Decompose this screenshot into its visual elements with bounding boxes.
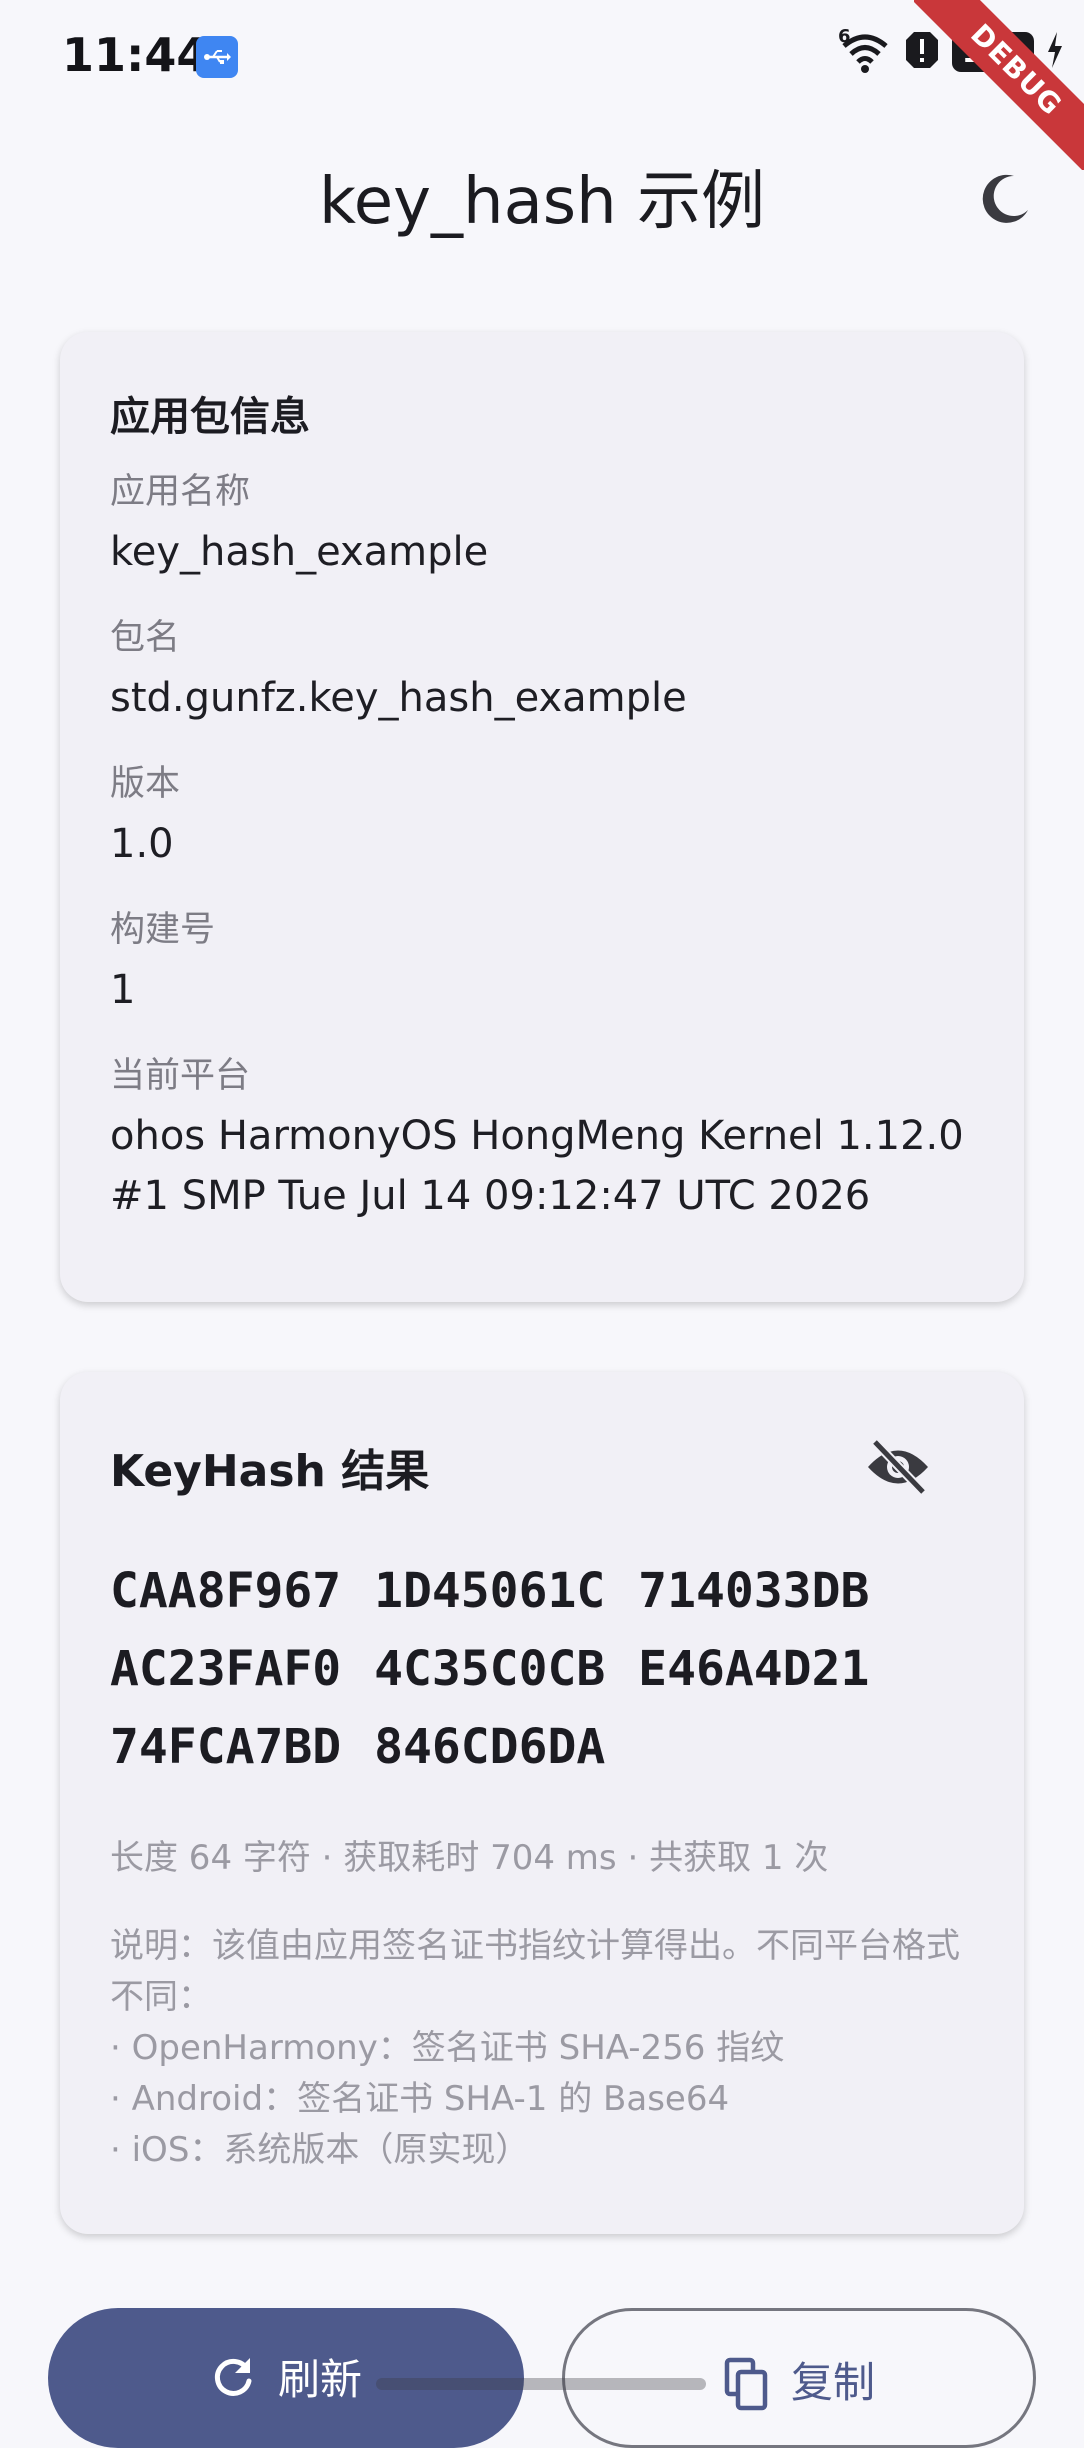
home-indicator[interactable] — [376, 2378, 706, 2390]
package-name-label: 包名 — [110, 618, 181, 658]
copy-label: 复制 — [790, 2358, 875, 2407]
package-info-card: 应用包信息 应用名称 key_hash_example 包名 std.gunfz… — [60, 332, 1024, 1302]
note-line: · iOS：系统版本（原实现） — [110, 2130, 530, 2170]
app-bar: key_hash 示例 — [0, 140, 1084, 250]
copy-icon — [724, 2357, 768, 2411]
keyhash-value: CAA8F967 1D45061C 714033DB AC23FAF0 4C35… — [110, 1563, 870, 1775]
keyhash-header: KeyHash 结果 — [110, 1432, 974, 1502]
eye-off-icon — [868, 1438, 928, 1496]
package-info-heading: 应用包信息 — [110, 394, 310, 440]
keyhash-card: KeyHash 结果 CAA8F967 1D45061C 714033DB AC… — [60, 1372, 1024, 2234]
visibility-toggle-button[interactable] — [858, 1427, 938, 1507]
refresh-icon — [214, 2358, 252, 2396]
platform-value: ohos HarmonyOS HongMeng Kernel 1.12.0 #1… — [110, 1113, 964, 1219]
theme-toggle-button[interactable] — [966, 158, 1046, 238]
build-number-value: 1 — [110, 967, 136, 1013]
version-value: 1.0 — [110, 821, 174, 867]
keyhash-meta: 长度 64 字符 · 获取耗时 704 ms · 共获取 1 次 — [110, 1838, 829, 1878]
keyhash-heading: KeyHash 结果 — [110, 1446, 430, 1497]
status-time: 11:44 — [62, 28, 209, 82]
platform-label: 当前平台 — [110, 1056, 251, 1096]
network-label: 6 — [838, 26, 851, 47]
package-name-value: std.gunfz.key_hash_example — [110, 675, 687, 721]
keyhash-note: 说明：该值由应用签名证书指纹计算得出。不同平台格式不同： · OpenHarmo… — [110, 1921, 974, 2176]
version-label: 版本 — [110, 764, 181, 804]
app-name-label: 应用名称 — [110, 472, 251, 512]
moon-icon — [982, 174, 1028, 223]
page-title: key_hash 示例 — [318, 165, 766, 239]
note-line: · Android：签名证书 SHA-1 的 Base64 — [110, 2079, 730, 2119]
note-line: · OpenHarmony：签名证书 SHA-256 指纹 — [110, 2028, 785, 2068]
build-number-label: 构建号 — [110, 910, 216, 950]
app-name-value: key_hash_example — [110, 529, 489, 575]
wifi-icon: 6 — [838, 26, 892, 74]
usb-icon — [196, 36, 238, 78]
refresh-label: 刷新 — [277, 2355, 362, 2404]
note-line: 说明：该值由应用签名证书指纹计算得出。不同平台格式不同： — [110, 1926, 960, 2017]
